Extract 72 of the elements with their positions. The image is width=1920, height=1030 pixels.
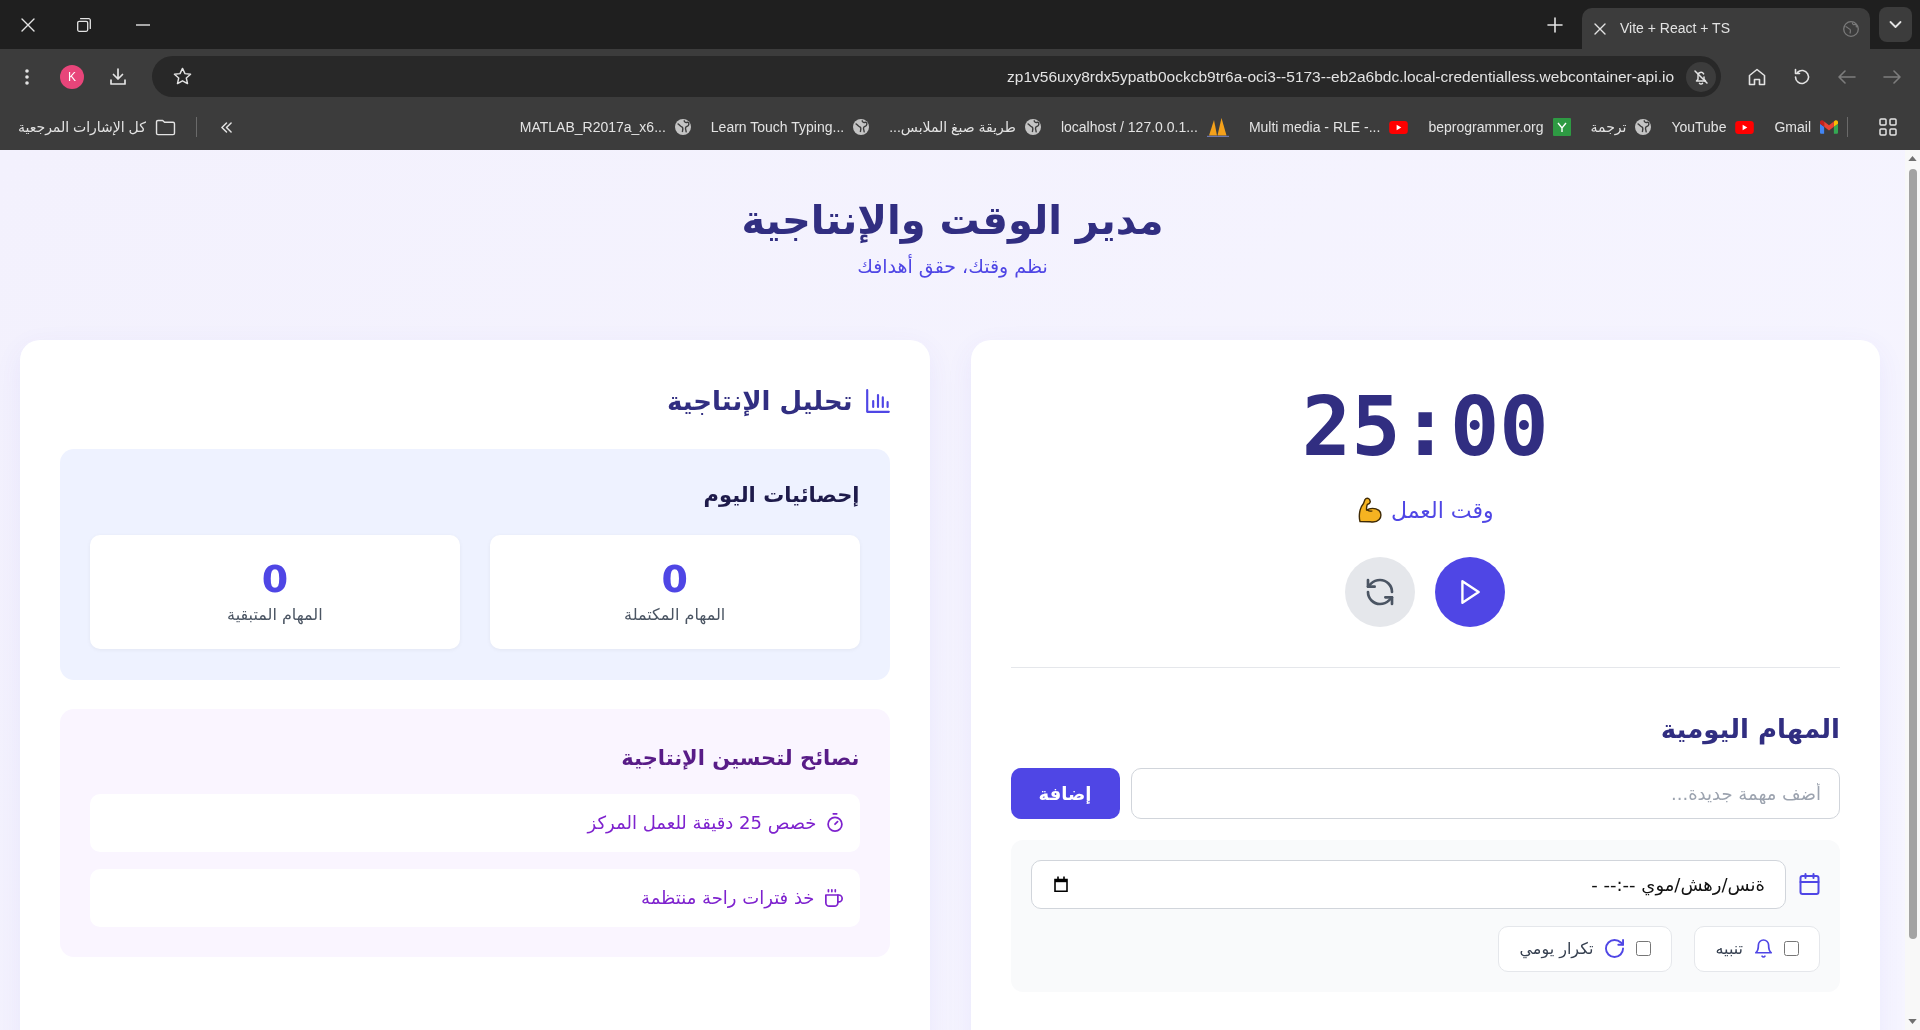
rotate-arrow-icon <box>1605 939 1625 959</box>
globe-icon <box>674 119 691 135</box>
tips-title: نصائح لتحسين الإنتاجية <box>621 744 860 772</box>
profile-avatar[interactable]: K <box>60 64 84 89</box>
square-logo-icon <box>1552 118 1571 136</box>
bell-icon <box>1755 939 1772 959</box>
timer-mode-label: وقت العمل <box>1391 496 1494 525</box>
globe-icon <box>1635 119 1652 135</box>
video-play-icon <box>1735 120 1755 134</box>
home-icon[interactable] <box>1748 67 1766 86</box>
scrollbar-thumb[interactable] <box>1908 169 1917 939</box>
plus-icon[interactable] <box>1547 16 1563 33</box>
sail-logo-icon <box>1206 117 1229 137</box>
add-button[interactable]: إضافة <box>1010 767 1120 819</box>
close-icon[interactable] <box>1594 22 1606 35</box>
address-bar[interactable]: zp1v56uxy8rdx5ypatb0ockcb9tr6a-oci3--5173--eb2a6bdc.local-credentialless.webcontainer-api.io <box>152 56 1721 97</box>
restore-icon[interactable] <box>77 17 91 32</box>
reload-icon[interactable] <box>1793 67 1811 86</box>
globe-icon <box>853 119 870 135</box>
url-text: zp1v56uxy8rdx5ypatb0ockcb9tr6a-oci3--5173--eb2a6bdc.local-credentialless.webcontainer-api.io <box>1007 66 1674 87</box>
download-icon[interactable] <box>108 66 128 87</box>
stat-value: 0 <box>261 556 289 603</box>
apps-grid-icon[interactable] <box>1879 118 1897 136</box>
section-title: المهام اليومية <box>1660 712 1840 747</box>
checkbox[interactable] <box>1636 941 1652 957</box>
bookmark-link[interactable]: ترجمة <box>1590 116 1652 138</box>
scroll-up-icon[interactable] <box>1908 156 1917 161</box>
bookmark-link[interactable]: طريقة صبغ الملابس... <box>889 116 1041 138</box>
chevron-down-icon[interactable] <box>1879 7 1912 42</box>
bookmark-link[interactable]: Learn Touch Typing... <box>710 116 870 138</box>
section-title: تحليل الإنتاجية <box>666 384 853 418</box>
refresh-icon <box>1366 577 1395 606</box>
bookmark-link[interactable]: Gmail <box>1774 116 1838 138</box>
tip-text: خذ فترات راحة منتظمة <box>641 886 815 911</box>
minimize-icon[interactable] <box>136 23 150 26</box>
calendar-icon[interactable] <box>1799 873 1820 896</box>
bookmark-link[interactable]: MATLAB_R2017a_x6... <box>519 116 691 138</box>
flexed-arm-icon <box>1357 497 1383 524</box>
page-title: مدير الوقت والإنتاجية <box>741 196 1164 246</box>
bookmark-link[interactable]: Multi media - RLE -... <box>1248 116 1409 138</box>
stopwatch-icon <box>826 813 843 833</box>
bookmark-link[interactable]: beprogrammer.org <box>1428 116 1571 138</box>
checkbox[interactable] <box>1784 941 1799 957</box>
bell-slash-icon[interactable] <box>1686 61 1716 92</box>
option-toggle[interactable]: تكرار يومي <box>1498 925 1673 972</box>
datetime-field[interactable]: ةنس/رهش/موي --:-- - <box>1030 859 1786 909</box>
globe-icon <box>1024 119 1041 135</box>
double-chevron-icon[interactable] <box>219 121 233 133</box>
browser-tab[interactable]: Vite + React + TS <box>1582 8 1870 49</box>
cup-icon <box>824 889 843 907</box>
mail-icon <box>1820 120 1838 134</box>
option-toggle[interactable]: تنبيه <box>1694 925 1820 972</box>
stat-value: 0 <box>661 556 688 603</box>
bookmark-link[interactable]: YouTube <box>1671 116 1755 138</box>
all-bookmarks-link[interactable]: كل الإشارات المرجعية <box>18 116 176 138</box>
globe-icon <box>1843 20 1859 37</box>
timer-display: 25:00 <box>1301 381 1549 472</box>
page-subtitle: نظم وقتك، حقق أهدافك <box>857 253 1048 280</box>
bookmark-link[interactable]: localhost / 127.0.0.1... <box>1060 116 1229 138</box>
play-icon <box>1459 578 1482 605</box>
folder-icon <box>154 118 176 136</box>
menu-dots-icon[interactable] <box>25 68 29 85</box>
star-icon[interactable] <box>173 67 192 86</box>
stats-title: إحصائيات اليوم <box>703 482 860 510</box>
bar-chart-icon <box>865 389 890 414</box>
close-icon[interactable] <box>21 17 35 32</box>
video-play-icon <box>1389 120 1409 134</box>
tip-text: خصص 25 دقيقة للعمل المركز <box>587 811 817 836</box>
stat-label: المهام المتبقية <box>227 604 323 627</box>
stat-label: المهام المكتملة <box>624 604 726 627</box>
calendar-icon[interactable] <box>1053 876 1068 893</box>
scroll-down-icon[interactable] <box>1908 1019 1917 1024</box>
